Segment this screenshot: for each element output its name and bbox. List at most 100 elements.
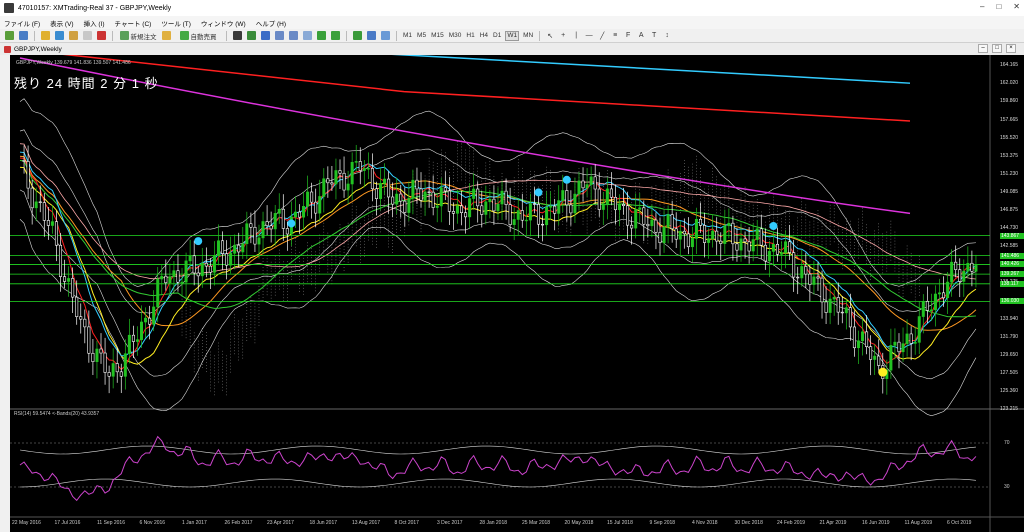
tile-windows-button[interactable] xyxy=(302,31,313,41)
tf-m30[interactable]: M30 xyxy=(448,31,463,41)
indicators-button[interactable] xyxy=(352,31,363,41)
new-order-button[interactable]: 新規注文 xyxy=(118,31,158,41)
strategy-tester-button[interactable] xyxy=(96,31,107,41)
menu-file[interactable]: ファイル (F) xyxy=(4,18,40,28)
candle-body xyxy=(212,255,216,273)
candle-body xyxy=(634,209,638,229)
candle-body xyxy=(423,191,427,201)
cursor-tool[interactable]: ↖ xyxy=(545,31,555,41)
profiles-button[interactable] xyxy=(18,31,29,41)
candle-body xyxy=(346,183,350,191)
auto-scroll-button[interactable] xyxy=(316,31,327,41)
templates-button[interactable] xyxy=(380,31,391,41)
terminal-button[interactable] xyxy=(82,31,93,41)
line-chart-button[interactable] xyxy=(260,31,271,41)
candle-body xyxy=(792,252,796,278)
zoom-in-button[interactable] xyxy=(274,31,285,41)
menu-help[interactable]: ヘルプ (H) xyxy=(256,18,286,28)
candle-body xyxy=(690,238,694,248)
meta-editor-button[interactable] xyxy=(161,31,172,41)
candle-body xyxy=(34,201,38,209)
candle-body xyxy=(42,202,46,221)
maximize-button[interactable]: □ xyxy=(996,2,1001,11)
candle-body xyxy=(682,230,686,235)
candle-body xyxy=(589,176,593,185)
candlestick-button[interactable] xyxy=(246,31,257,41)
date-tick-label: 11 Aug 2019 xyxy=(904,520,933,526)
candle-body xyxy=(91,352,95,362)
candle-body xyxy=(107,372,111,377)
candle-body xyxy=(743,238,747,243)
auto-trade-button[interactable]: 自動売買 xyxy=(175,31,221,41)
price-chart[interactable]: GBPJPY,Weekly 139.679 141.836 139.507 14… xyxy=(10,55,1024,532)
tf-h1[interactable]: H1 xyxy=(465,31,475,41)
periods-button[interactable] xyxy=(366,31,377,41)
terminal-icon xyxy=(83,31,92,40)
fibo-tool[interactable]: F xyxy=(623,31,633,41)
chart-canvas[interactable] xyxy=(10,55,1024,532)
candle-body xyxy=(460,205,464,213)
signal-marker xyxy=(194,237,203,246)
signal-marker xyxy=(562,175,571,184)
bar-chart-button[interactable] xyxy=(232,31,243,41)
signal-marker xyxy=(534,188,543,197)
tf-m15[interactable]: M15 xyxy=(430,31,445,41)
label-tool[interactable]: T xyxy=(649,31,659,41)
vline-tool[interactable]: | xyxy=(571,31,581,41)
arrows-tool[interactable]: ↕ xyxy=(662,31,672,41)
price-tick-label: 164.165 xyxy=(1000,62,1019,68)
navigator-button[interactable] xyxy=(68,31,79,41)
market-watch-button[interactable] xyxy=(40,31,51,41)
candle-body xyxy=(541,223,545,226)
candle-body xyxy=(229,253,233,266)
minimize-button[interactable]: – xyxy=(980,2,984,11)
tf-h4[interactable]: H4 xyxy=(479,31,489,41)
candle-body xyxy=(678,230,682,240)
close-button[interactable]: ✕ xyxy=(1013,2,1020,11)
line-chart-icon xyxy=(261,31,270,40)
candle-body xyxy=(917,316,921,343)
strategy-tester-icon xyxy=(97,31,106,40)
candle-body xyxy=(723,225,727,244)
candle-body xyxy=(285,228,289,235)
toolbar-divider xyxy=(112,30,113,41)
date-tick-label: 18 Jun 2017 xyxy=(309,520,338,526)
candle-body xyxy=(144,317,148,323)
tf-m5[interactable]: M5 xyxy=(416,31,427,41)
menu-tools[interactable]: ツール (T) xyxy=(161,18,191,28)
candle-body xyxy=(933,293,937,311)
menu-charts[interactable]: チャート (C) xyxy=(115,18,152,28)
trendline-tool[interactable]: ╱ xyxy=(597,31,607,41)
chart-close-button[interactable]: × xyxy=(1006,44,1016,53)
candle-body xyxy=(391,196,395,205)
channel-tool[interactable]: ≡ xyxy=(610,31,620,41)
crosshair-tool[interactable]: + xyxy=(558,31,568,41)
new-chart-button[interactable] xyxy=(4,31,15,41)
candle-body xyxy=(958,269,962,282)
menu-window[interactable]: ウィンドウ (W) xyxy=(201,18,246,28)
candle-body xyxy=(848,307,852,328)
menu-view[interactable]: 表示 (V) xyxy=(50,18,73,28)
channel-icon: ≡ xyxy=(613,32,618,39)
rsi-header: RSI(14) 59.5474 <-Bands(20) 43.9357 xyxy=(14,411,100,417)
toolbar-divider xyxy=(34,30,35,41)
candle-body xyxy=(395,193,399,205)
text-tool[interactable]: A xyxy=(636,31,646,41)
chart-minimize-button[interactable]: – xyxy=(978,44,988,53)
price-tick-label: 146.875 xyxy=(1000,207,1019,214)
chart-window-tab[interactable]: GBPJPY,Weekly xyxy=(4,45,62,53)
candle-body xyxy=(528,203,532,221)
tf-m1[interactable]: M1 xyxy=(402,31,413,41)
hline-tool[interactable]: — xyxy=(584,31,594,41)
zoom-out-button[interactable] xyxy=(288,31,299,41)
chart-maximize-button[interactable]: □ xyxy=(992,44,1002,53)
data-window-button[interactable] xyxy=(54,31,65,41)
tf-mn[interactable]: MN xyxy=(522,31,534,41)
chart-shift-button[interactable] xyxy=(330,31,341,41)
price-tick-label: 153.375 xyxy=(1000,152,1019,159)
tf-d1[interactable]: D1 xyxy=(492,31,502,41)
candle-body xyxy=(759,228,763,246)
candle-body xyxy=(245,223,249,245)
menu-insert[interactable]: 挿入 (I) xyxy=(84,18,105,28)
tf-w1[interactable]: W1 xyxy=(505,30,520,41)
